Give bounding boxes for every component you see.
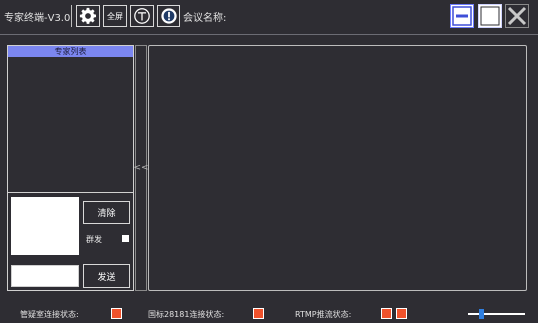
maximize-icon — [480, 6, 500, 26]
fullscreen-button[interactable]: 全屏 — [103, 5, 127, 27]
rtmp-status-indicator-1 — [381, 308, 392, 319]
message-input[interactable] — [11, 197, 79, 255]
volume-slider-track[interactable] — [468, 313, 525, 315]
consult-room-status-label: 管疑室连接状态: — [20, 310, 79, 319]
rtmp-status-indicator-2 — [396, 308, 407, 319]
volume-slider-thumb[interactable] — [478, 309, 484, 319]
mass-send-checkbox[interactable] — [122, 235, 129, 242]
send-button[interactable]: 发送 — [83, 264, 130, 288]
settings-button[interactable] — [76, 5, 100, 27]
close-button[interactable] — [505, 4, 529, 28]
toolbar-separator — [71, 5, 72, 27]
collapse-panel-button[interactable]: << — [133, 45, 149, 291]
gear-icon — [79, 7, 97, 24]
expert-list[interactable] — [8, 58, 133, 191]
send-input[interactable] — [11, 265, 79, 287]
minimize-icon — [452, 6, 472, 26]
maximize-button[interactable] — [478, 4, 502, 28]
expert-list-header: 专家列表 — [8, 46, 133, 57]
consult-room-status-indicator — [111, 308, 122, 319]
clear-button[interactable]: 清除 — [83, 201, 130, 224]
titlebar-divider — [0, 34, 538, 35]
minimize-button[interactable] — [450, 4, 474, 28]
wrench-icon — [134, 8, 150, 24]
app-title: 专家终端-V3.0 — [4, 13, 71, 24]
mass-send-label: 群发 — [86, 235, 102, 244]
panel-divider — [8, 192, 133, 193]
rtmp-status-label: RTMP推流状态: — [295, 310, 352, 319]
gb28181-status-indicator — [253, 308, 264, 319]
tools-button[interactable] — [130, 5, 154, 27]
gb28181-status-label: 国标28181连接状态: — [148, 310, 225, 319]
close-icon — [507, 6, 527, 26]
info-button[interactable] — [157, 5, 180, 27]
main-video-area — [148, 45, 527, 291]
collapse-label: << — [133, 163, 149, 173]
meeting-name-label: 会议名称: — [183, 13, 227, 24]
info-icon — [160, 8, 177, 24]
fullscreen-label: 全屏 — [107, 11, 123, 21]
